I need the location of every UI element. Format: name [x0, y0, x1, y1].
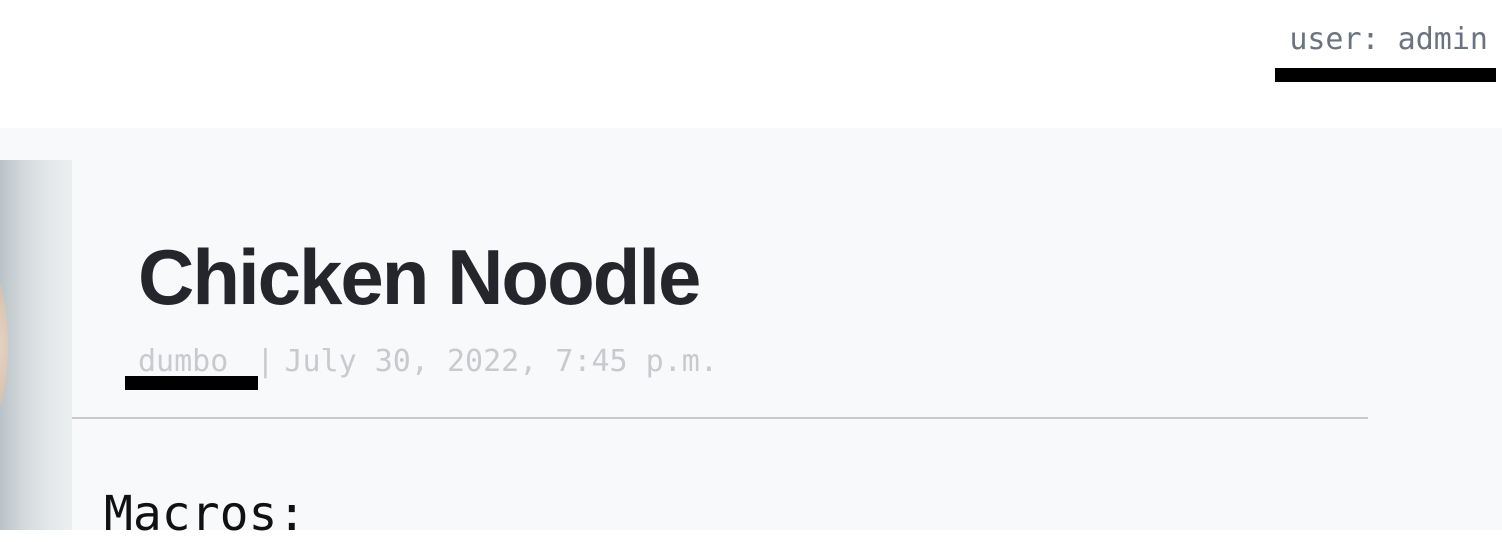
user-account-label: user: admin [1289, 22, 1488, 57]
recipe-title: Chicken Noodle [138, 233, 701, 321]
post-date: July 30, 2022, 7:45 p.m. [284, 344, 718, 379]
section-divider [72, 417, 1368, 419]
author-name: dumbo [138, 344, 229, 379]
top-bar: user: admin [0, 0, 1502, 128]
user-account-link[interactable]: user: admin [1275, 22, 1496, 82]
user-link-underline [1275, 68, 1496, 82]
meta-separator: | [256, 344, 275, 379]
author-link[interactable]: dumbo [125, 344, 259, 390]
recipe-image-detail [0, 270, 8, 420]
recipe-image [0, 160, 72, 530]
recipe-meta: dumbo | July 30, 2022, 7:45 p.m. [125, 344, 718, 390]
recipe-detail-page: Chicken Noodle dumbo | July 30, 2022, 7:4… [0, 128, 1502, 542]
author-link-underline [125, 376, 259, 390]
macros-heading: Macros: [104, 486, 307, 542]
